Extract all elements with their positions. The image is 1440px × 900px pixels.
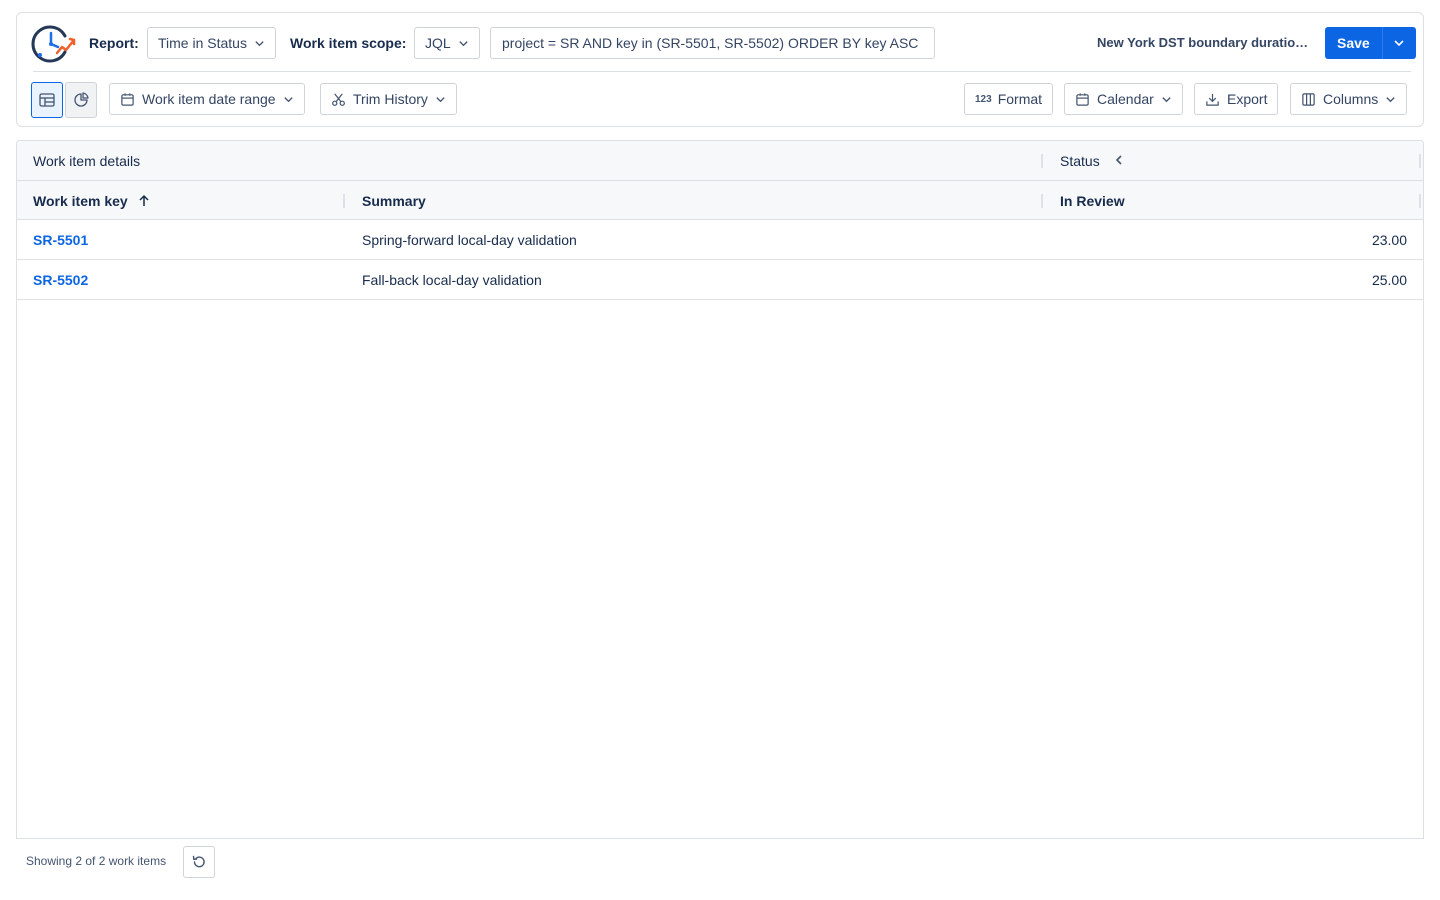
export-button[interactable]: Export xyxy=(1194,83,1279,115)
export-label: Export xyxy=(1227,91,1268,107)
chevron-down-icon xyxy=(459,40,468,46)
calendar-label: Calendar xyxy=(1097,91,1154,107)
calendar-icon xyxy=(1076,92,1089,106)
report-type-dropdown[interactable]: Time in Status xyxy=(147,27,276,59)
column-resize-handle[interactable] xyxy=(1419,194,1421,208)
save-button-group: Save xyxy=(1325,27,1416,59)
date-range-button[interactable]: Work item date range xyxy=(109,83,305,115)
table-row: SR-5501 Spring-forward local-day validat… xyxy=(17,220,1423,260)
toolbar-row-report: Report: Time in Status Work item scope: … xyxy=(17,13,1423,72)
chart-view-button[interactable] xyxy=(65,82,97,118)
scissors-icon xyxy=(332,92,345,106)
report-name[interactable]: New York DST boundary duration check xyxy=(1097,34,1312,52)
save-button[interactable]: Save xyxy=(1325,27,1382,59)
date-range-label: Work item date range xyxy=(142,91,276,107)
group-header-status: Status xyxy=(1060,153,1100,169)
refresh-button[interactable] xyxy=(183,846,215,878)
calendar-button[interactable]: Calendar xyxy=(1064,83,1183,115)
results-count: Showing 2 of 2 work items xyxy=(26,854,167,868)
number-format-icon: 123 xyxy=(975,93,992,105)
scope-type-dropdown[interactable]: JQL xyxy=(414,27,480,59)
pie-chart-icon xyxy=(74,92,89,107)
column-header-key[interactable]: Work item key xyxy=(33,193,128,209)
column-resize-handle[interactable] xyxy=(343,194,345,208)
chevron-down-icon xyxy=(283,96,293,102)
calendar-icon xyxy=(121,92,134,106)
table-row: SR-5502 Fall-back local-day validation 2… xyxy=(17,260,1423,300)
toolbar-row-options: Work item date range Trim History 123 Fo… xyxy=(17,72,1423,128)
report-table: Work item details Status Work item key S… xyxy=(16,140,1424,839)
chevron-down-icon xyxy=(436,96,445,102)
column-resize-handle[interactable] xyxy=(1041,154,1043,168)
column-resize-handle[interactable] xyxy=(1041,194,1043,208)
in-review-duration: 23.00 xyxy=(1371,232,1407,248)
jql-input[interactable] xyxy=(490,27,935,59)
save-options-button[interactable] xyxy=(1381,27,1416,59)
columns-label: Columns xyxy=(1323,91,1379,107)
columns-button[interactable]: Columns xyxy=(1290,83,1408,115)
group-header-row: Work item details Status xyxy=(17,141,1423,181)
table-icon xyxy=(39,93,55,107)
time-in-status-logo-icon xyxy=(31,25,76,63)
chevron-down-icon xyxy=(1162,96,1171,102)
report-toolbar: Report: Time in Status Work item scope: … xyxy=(16,12,1424,127)
work-item-summary: Fall-back local-day validation xyxy=(362,272,542,288)
table-view-button[interactable] xyxy=(31,82,63,118)
chevron-down-icon xyxy=(255,40,264,46)
work-item-key-link[interactable]: SR-5501 xyxy=(33,232,88,248)
in-review-duration: 25.00 xyxy=(1371,272,1407,288)
refresh-icon xyxy=(192,855,205,868)
column-header-row: Work item key Summary In Review xyxy=(17,181,1423,220)
chevron-left-icon[interactable] xyxy=(1114,154,1124,166)
column-header-in-review[interactable]: In Review xyxy=(1060,193,1125,209)
sort-ascending-icon[interactable] xyxy=(138,194,150,207)
view-toggle xyxy=(31,82,99,118)
format-button[interactable]: 123 Format xyxy=(964,83,1054,115)
scope-type-value: JQL xyxy=(425,35,451,51)
download-icon xyxy=(1206,93,1219,106)
format-label: Format xyxy=(997,91,1043,107)
chevron-down-icon xyxy=(1386,96,1395,102)
scope-label: Work item scope: xyxy=(290,35,407,51)
trim-history-label: Trim History xyxy=(353,91,428,107)
columns-icon xyxy=(1302,92,1315,106)
work-item-key-link[interactable]: SR-5502 xyxy=(33,272,88,288)
column-header-summary[interactable]: Summary xyxy=(362,193,426,209)
group-header-details: Work item details xyxy=(33,153,141,169)
column-resize-handle[interactable] xyxy=(1419,154,1421,168)
report-type-value: Time in Status xyxy=(158,35,247,51)
report-label: Report: xyxy=(89,35,139,51)
work-item-summary: Spring-forward local-day validation xyxy=(362,232,577,248)
chevron-down-icon xyxy=(1394,40,1404,47)
trim-history-button[interactable]: Trim History xyxy=(320,83,457,115)
